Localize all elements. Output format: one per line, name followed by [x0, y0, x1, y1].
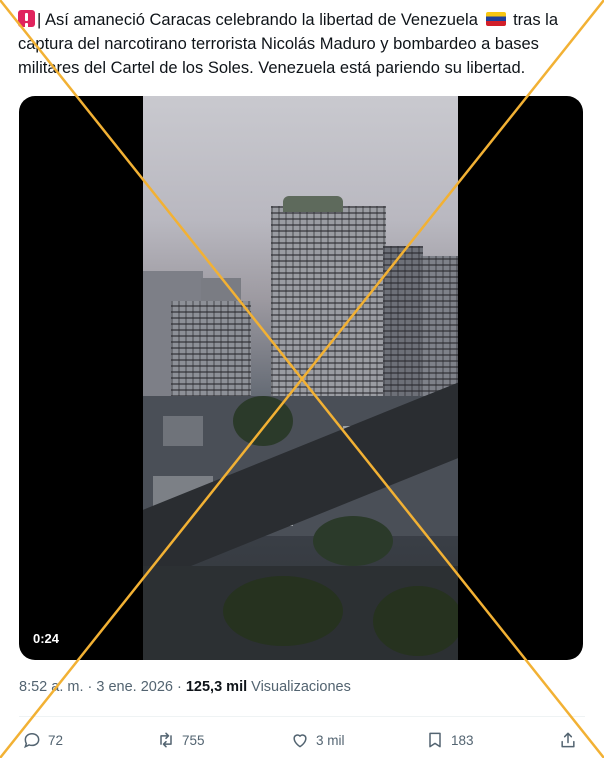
views-count: 125,3 mil — [185, 679, 248, 695]
video-player[interactable]: 0:24 — [19, 96, 583, 660]
tweet-text: | Así amaneció Caracas celebrando la lib… — [18, 8, 590, 80]
repost-count: 755 — [182, 732, 205, 748]
video-duration: 0:24 — [33, 631, 60, 646]
tweet-actions: 72 755 3 mil 183 — [20, 727, 586, 755]
video-frame — [143, 96, 458, 660]
bookmark-icon — [429, 732, 441, 748]
venezuela-flag-icon — [485, 12, 506, 26]
like-icon — [293, 734, 307, 748]
reply-icon — [24, 732, 40, 749]
tweet-timestamp[interactable]: 8:52 a. m. · 3 ene. 2026 · — [19, 679, 182, 695]
share-icon — [561, 732, 575, 748]
reply-button[interactable]: 72 — [22, 727, 63, 753]
tweet-text-line1: | Así amaneció Caracas celebrando la lib… — [37, 11, 478, 29]
reply-count: 72 — [48, 732, 64, 748]
bookmark-count: 183 — [451, 732, 474, 748]
views-label: Visualizaciones — [251, 679, 351, 695]
share-button[interactable] — [558, 727, 584, 753]
tweet-meta: 8:52 a. m. · 3 ene. 2026 · 125,3 mil Vis… — [19, 679, 351, 695]
repost-icon — [160, 732, 172, 748]
tweet-text-line1-end: tras la — [513, 11, 559, 29]
divider — [19, 716, 585, 717]
like-count: 3 mil — [316, 732, 345, 748]
like-button[interactable]: 3 mil — [290, 727, 345, 753]
siren-emoji-icon — [18, 10, 35, 27]
tweet-text-line2: captura del narcotirano terrorista Nicol… — [18, 35, 539, 53]
bookmark-button[interactable]: 183 — [425, 727, 474, 753]
tweet-text-line3: militares del Cartel de los Soles. Venez… — [18, 59, 526, 77]
repost-button[interactable]: 755 — [156, 727, 205, 753]
